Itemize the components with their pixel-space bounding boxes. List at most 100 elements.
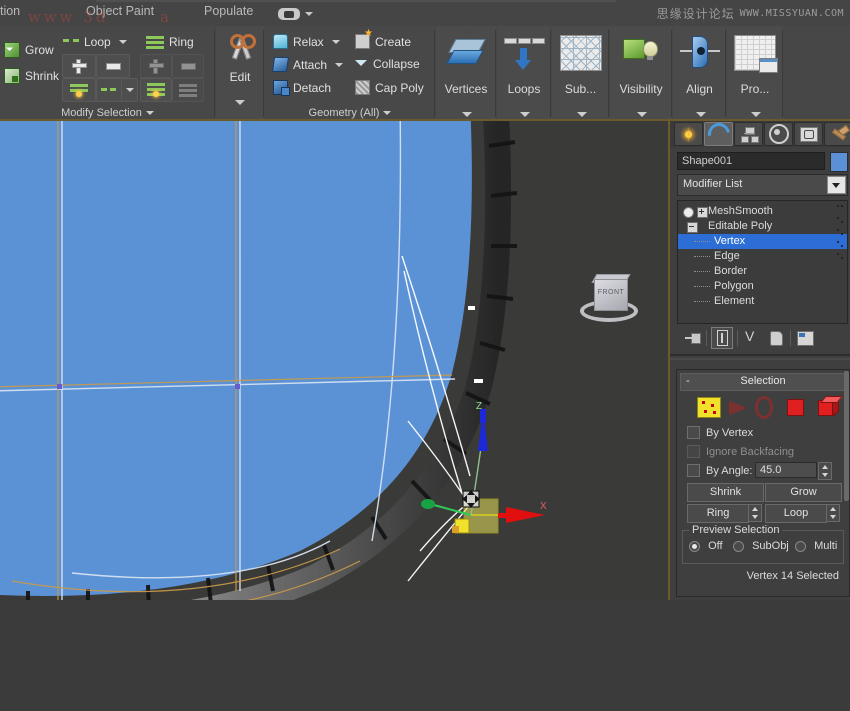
ignore-backfacing-checkbox[interactable]	[687, 445, 700, 458]
grow-button[interactable]: Grow	[765, 483, 842, 502]
chevron-down-icon[interactable]	[751, 112, 761, 117]
loops-button[interactable]: Loops	[497, 26, 551, 121]
attach-chevron-down-icon[interactable]	[335, 62, 344, 67]
modifier-stack[interactable]: MeshSmooth Editable Poly Vertex Edge Bor…	[677, 200, 848, 324]
align-button[interactable]: Align	[673, 26, 726, 121]
ring-lines-button[interactable]	[172, 78, 204, 102]
by-angle-value-field[interactable]: 45.0	[755, 462, 817, 478]
relax-button[interactable]: Relax	[273, 34, 340, 49]
ignore-backfacing-row[interactable]: Ignore Backfacing	[687, 445, 794, 458]
loop-shrink-button[interactable]	[96, 54, 130, 78]
create-button[interactable]: Create	[355, 28, 411, 49]
ring-shift-button[interactable]	[140, 78, 172, 102]
polygon-subobject-icon[interactable]	[787, 399, 804, 416]
radio-off[interactable]	[689, 540, 700, 552]
preview-multi-option[interactable]: Multi	[795, 540, 837, 552]
make-unique-button[interactable]	[742, 328, 762, 348]
camera-icon[interactable]	[278, 8, 300, 20]
ring-button[interactable]: Ring	[146, 35, 194, 49]
preview-off-option[interactable]: Off	[689, 540, 723, 552]
stack-item-edge[interactable]: Edge	[678, 249, 847, 264]
element-subobject-icon[interactable]	[818, 399, 835, 416]
detach-button[interactable]: Detach	[273, 80, 331, 96]
vertices-button[interactable]: Vertices	[436, 26, 496, 121]
utilities-tab[interactable]	[824, 122, 850, 146]
ring-grow-button[interactable]	[140, 54, 172, 78]
create-tab[interactable]	[674, 122, 703, 146]
chevron-down-icon[interactable]	[695, 112, 706, 117]
modifier-list-dropdown[interactable]: Modifier List	[677, 174, 848, 196]
modify-tab[interactable]	[703, 118, 734, 150]
expand-icon[interactable]	[697, 207, 708, 218]
ring-spinner[interactable]	[748, 504, 762, 522]
preview-subobj-option[interactable]: SubObj	[733, 540, 789, 552]
chevron-down-icon[interactable]	[520, 112, 530, 117]
remove-modifier-button[interactable]	[766, 328, 786, 348]
relax-chevron-down-icon[interactable]	[331, 39, 340, 44]
shrink-button[interactable]: Shrink	[4, 68, 59, 84]
chevron-down-icon[interactable]	[305, 12, 313, 16]
by-angle-spinner[interactable]	[818, 462, 832, 480]
stack-item-meshsmooth[interactable]: MeshSmooth	[678, 204, 847, 219]
chevron-down-icon[interactable]	[462, 112, 472, 117]
cap-poly-button[interactable]: Cap Poly	[355, 80, 424, 95]
configure-sets-button[interactable]	[795, 328, 815, 348]
loop-shift-button[interactable]	[62, 78, 96, 102]
stack-item-polygon[interactable]: Polygon	[678, 279, 847, 294]
loop-grow-button[interactable]	[62, 54, 96, 78]
tab-object-paint[interactable]: Object Paint	[86, 4, 154, 18]
edge-subobject-icon[interactable]	[729, 400, 747, 415]
hierarchy-tab[interactable]	[734, 122, 763, 146]
grow-button[interactable]: Grow	[4, 42, 54, 58]
chevron-down-icon[interactable]	[576, 112, 587, 117]
object-name-field[interactable]: Shape001	[677, 152, 825, 170]
subdivision-button[interactable]: Sub...	[552, 26, 609, 121]
viewcube-cube[interactable]: FRONT	[594, 279, 628, 311]
shrink-button[interactable]: Shrink	[687, 483, 764, 502]
collapse-button[interactable]: Collapse	[355, 57, 420, 71]
stack-item-vertex[interactable]: Vertex	[678, 234, 847, 249]
viewcube[interactable]: FRONT	[580, 274, 638, 328]
by-vertex-checkbox[interactable]	[687, 426, 700, 439]
panel-scrollbar[interactable]	[844, 371, 849, 501]
rollout-collapse-icon[interactable]: -	[686, 374, 690, 389]
motion-tab[interactable]	[764, 122, 793, 146]
by-angle-row[interactable]: By Angle:	[687, 464, 752, 477]
stack-item-element[interactable]: Element	[678, 294, 847, 309]
ring-shrink-button[interactable]	[172, 54, 204, 78]
tab-populate[interactable]: Populate	[204, 4, 253, 18]
visibility-button[interactable]: Visibility	[610, 26, 672, 121]
tab-selection[interactable]: lection	[0, 4, 20, 18]
vertex-subobject-icon[interactable]	[697, 397, 721, 418]
object-color-swatch[interactable]	[830, 152, 848, 172]
loop-button[interactable]: Loop	[63, 35, 127, 49]
loop-spinner[interactable]	[826, 504, 840, 522]
loop-button[interactable]: Loop	[765, 504, 827, 523]
loop-chevron-down-icon[interactable]	[118, 40, 127, 44]
panel-title-geometry[interactable]: Geometry (All)	[265, 107, 435, 119]
stack-item-editable-poly[interactable]: Editable Poly	[678, 219, 847, 234]
attach-button[interactable]: Attach	[271, 57, 344, 72]
selection-rollout-header[interactable]: - Selection	[680, 373, 846, 391]
border-subobject-icon[interactable]	[755, 396, 773, 419]
properties-button[interactable]: Pro...	[727, 26, 783, 121]
chevron-down-icon[interactable]	[637, 112, 647, 117]
panel-edit[interactable]: Edit	[216, 26, 264, 121]
stack-item-border[interactable]: Border	[678, 264, 847, 279]
by-angle-checkbox[interactable]	[687, 464, 700, 477]
ring-button[interactable]: Ring	[687, 504, 749, 523]
show-end-result-button[interactable]	[711, 327, 733, 349]
radio-subobj[interactable]	[733, 540, 744, 552]
radio-multi[interactable]	[795, 540, 806, 552]
by-vertex-row[interactable]: By Vertex	[687, 426, 753, 439]
viewport[interactable]: Z X FRONT	[0, 121, 670, 600]
edit-chevron-down-icon[interactable]	[235, 100, 245, 105]
chevron-down-icon[interactable]	[827, 176, 846, 194]
collapse-icon[interactable]	[687, 222, 698, 233]
panel-title-modify-selection[interactable]: Modify Selection	[0, 107, 215, 119]
pin-stack-button[interactable]	[682, 328, 702, 348]
display-tab[interactable]	[794, 122, 823, 146]
loop-more-button[interactable]	[121, 78, 138, 102]
loop-dot-button[interactable]	[96, 78, 122, 102]
light-bulb-icon[interactable]	[683, 207, 694, 218]
